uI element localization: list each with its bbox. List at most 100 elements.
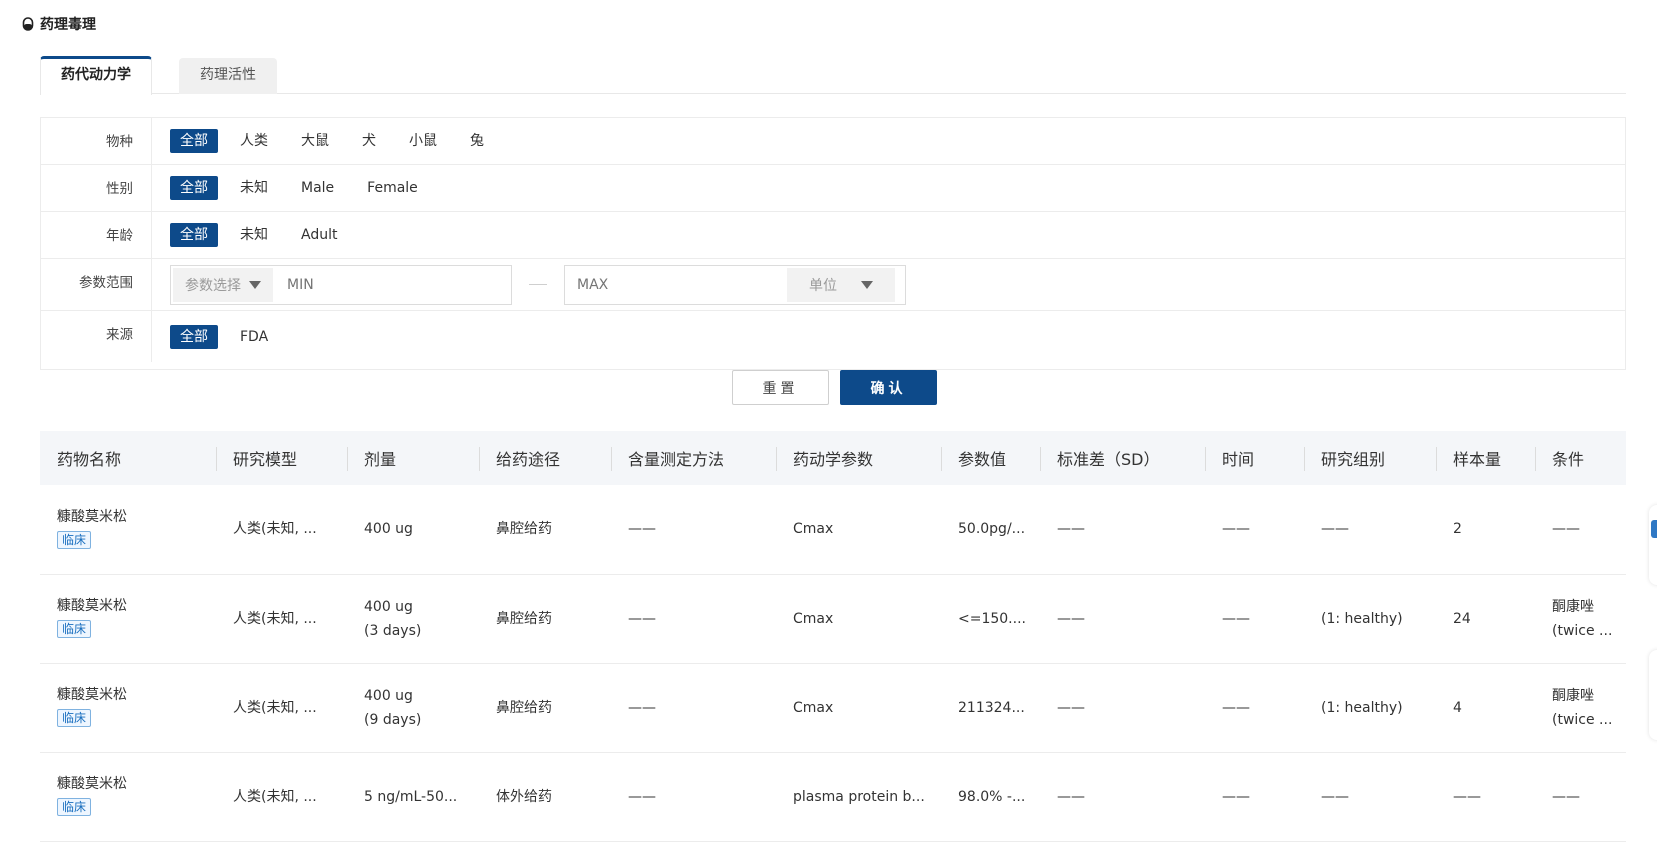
route-cell: 体外给药 [479, 752, 611, 842]
value-cell: <=150.... [941, 574, 1040, 664]
param-cell: Cmax [776, 663, 941, 753]
column-header: 给药途径 [479, 431, 611, 485]
species-option-dog[interactable]: 犬 [352, 129, 386, 153]
source-option-all[interactable]: 全部 [170, 324, 218, 349]
model-cell: 人类(未知, ... [216, 574, 347, 664]
unit-select-dropdown[interactable]: 单位 [787, 267, 895, 302]
dose-cell: 5 ng/mL-50... [347, 752, 479, 842]
time-cell: —— [1205, 485, 1304, 575]
age-option-all[interactable]: 全部 [170, 223, 218, 247]
param-cell: Cmax [776, 485, 941, 575]
route-cell: 鼻腔给药 [479, 485, 611, 575]
condition-cell: 酮康唑 (twice ... [1535, 574, 1626, 664]
sample-size-cell: 4 [1436, 663, 1535, 753]
sex-option-all[interactable]: 全部 [170, 176, 218, 200]
param-select-dropdown[interactable]: 参数选择 [173, 267, 273, 302]
species-option-all[interactable]: 全部 [170, 129, 218, 153]
filter-label: 性别 [41, 165, 152, 211]
tab-pharmacological-activity[interactable]: 药理活性 [179, 58, 277, 94]
unit-select-label: 单位 [809, 277, 837, 294]
column-header: 研究组别 [1304, 431, 1436, 485]
clinical-tag: 临床 [57, 530, 92, 549]
min-input[interactable] [275, 267, 475, 302]
sd-cell: —— [1040, 574, 1205, 664]
param-cell: Cmax [776, 574, 941, 664]
drug-name[interactable]: 糠酸莫米松 [57, 774, 216, 794]
column-header: 标准差（SD） [1040, 431, 1205, 485]
sex-option-unknown[interactable]: 未知 [230, 176, 278, 200]
condition-cell: —— [1535, 485, 1626, 575]
reset-button[interactable]: 重置 [732, 370, 829, 405]
sd-cell: —— [1040, 485, 1205, 575]
side-floating-panel[interactable] [1649, 650, 1657, 740]
filter-label: 年龄 [41, 212, 152, 258]
filter-row-source: 来源 全部 FDA [41, 311, 1625, 362]
dose-cell: 400 ug (3 days) [347, 574, 479, 664]
drug-name[interactable]: 糠酸莫米松 [57, 596, 216, 616]
param-cell: plasma protein b... [776, 752, 941, 842]
filter-label: 物种 [41, 118, 152, 164]
section-header: 药理毒理 [22, 14, 96, 34]
value-cell: 98.0% -... [941, 752, 1040, 842]
range-separator [529, 284, 547, 285]
tab-bar: 药代动力学 药理活性 [40, 56, 1626, 95]
confirm-button[interactable]: 确认 [840, 370, 937, 405]
table-row[interactable]: 糠酸莫米松临床 人类(未知, ... 400 ug 鼻腔给药 —— Cmax 5… [40, 485, 1626, 575]
section-title: 药理毒理 [40, 17, 96, 33]
drug-name[interactable]: 糠酸莫米松 [57, 685, 216, 705]
model-cell: 人类(未知, ... [216, 752, 347, 842]
sd-cell: —— [1040, 752, 1205, 842]
sample-size-cell: —— [1436, 752, 1535, 842]
drug-name-cell: 糠酸莫米松 临床 [40, 663, 216, 753]
time-cell: —— [1205, 752, 1304, 842]
age-option-adult[interactable]: Adult [291, 223, 347, 247]
condition-cell: —— [1535, 752, 1626, 842]
sex-option-female[interactable]: Female [357, 176, 428, 200]
species-option-rabbit[interactable]: 兔 [460, 129, 494, 153]
model-cell: 人类(未知, ... [216, 485, 347, 575]
table-row[interactable]: 糠酸莫米松 临床 人类(未知, ... 5 ng/mL-50... 体外给药 ——… [40, 752, 1626, 842]
sample-size-cell: 2 [1436, 485, 1535, 575]
dose-cell: 400 ug (9 days) [347, 663, 479, 753]
tab-pharmacokinetics[interactable]: 药代动力学 [40, 56, 152, 95]
value-cell: 50.0pg/... [941, 485, 1040, 575]
column-header: 参数值 [941, 431, 1040, 485]
side-floating-panel[interactable] [1649, 505, 1657, 585]
drug-name-cell: 糠酸莫米松 临床 [40, 574, 216, 664]
drug-name-cell: 糠酸莫米松 临床 [40, 752, 216, 842]
species-option-mouse[interactable]: 小鼠 [399, 129, 447, 153]
column-header: 剂量 [347, 431, 479, 485]
param-select-label: 参数选择 [185, 277, 241, 294]
max-input[interactable] [565, 267, 785, 302]
sample-size-cell: 24 [1436, 574, 1535, 664]
filter-row-species: 物种 全部 人类 大鼠 犬 小鼠 兔 [41, 118, 1625, 165]
drug-name-cell: 糠酸莫米松 临床 [40, 485, 216, 575]
filter-panel: 物种 全部 人类 大鼠 犬 小鼠 兔 性别 全部 未知 Male Female … [40, 117, 1626, 370]
time-cell: —— [1205, 663, 1304, 753]
column-header: 样本量 [1436, 431, 1535, 485]
method-cell: —— [611, 485, 776, 575]
filter-row-sex: 性别 全部 未知 Male Female [41, 165, 1625, 212]
table-row[interactable]: 糠酸莫米松 临床 人类(未知, ... 400 ug (3 days) 鼻腔给药 —… [40, 574, 1626, 664]
column-header: 条件 [1535, 431, 1626, 485]
model-cell: 人类(未知, ... [216, 663, 347, 753]
sex-option-male[interactable]: Male [291, 176, 344, 200]
drug-name[interactable]: 糠酸莫米松 [57, 507, 216, 527]
species-option-human[interactable]: 人类 [230, 129, 278, 153]
route-cell: 鼻腔给药 [479, 663, 611, 753]
group-cell: —— [1304, 752, 1436, 842]
value-cell: 211324... [941, 663, 1040, 753]
group-cell: (1: healthy) [1304, 663, 1436, 753]
age-option-unknown[interactable]: 未知 [230, 223, 278, 247]
column-header: 药物名称 [57, 450, 122, 469]
method-cell: —— [611, 574, 776, 664]
species-option-rat[interactable]: 大鼠 [291, 129, 339, 153]
results-table: 药物名称 研究模型 剂量 给药途径 含量测定方法 药动学参数 参数值 标准差（S… [40, 431, 1626, 842]
column-header: 含量测定方法 [611, 431, 776, 485]
filter-row-age: 年龄 全部 未知 Adult [41, 212, 1625, 259]
dose-cell: 400 ug [347, 485, 479, 575]
table-row[interactable]: 糠酸莫米松临床 人类(未知, ... 400 ug (9 days) 鼻腔给药 —… [40, 663, 1626, 753]
group-cell: (1: healthy) [1304, 574, 1436, 664]
clinical-tag: 临床 [57, 709, 92, 727]
source-option-fda[interactable]: FDA [230, 325, 278, 349]
